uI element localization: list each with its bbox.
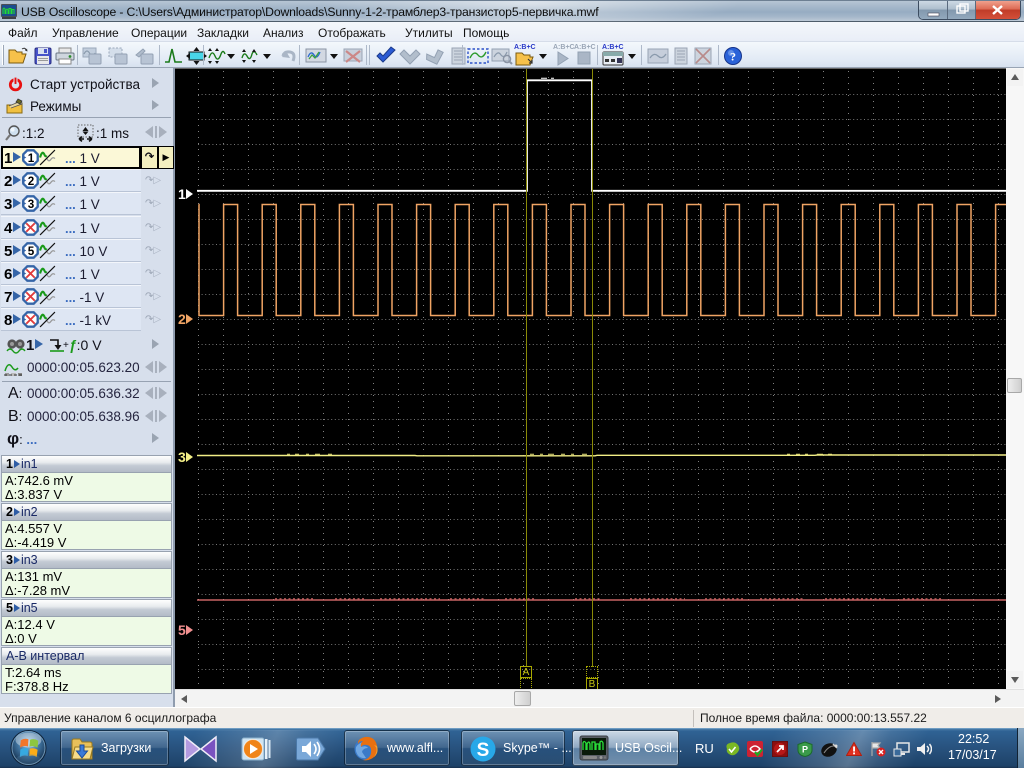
svg-text:S: S: [477, 740, 490, 761]
svg-text:2: 2: [28, 175, 35, 188]
svg-text:3: 3: [28, 198, 35, 211]
svg-text:1: 1: [28, 152, 35, 165]
svg-text:?: ?: [730, 50, 736, 64]
svg-text:5: 5: [28, 245, 35, 258]
svg-text:P: P: [802, 745, 808, 755]
